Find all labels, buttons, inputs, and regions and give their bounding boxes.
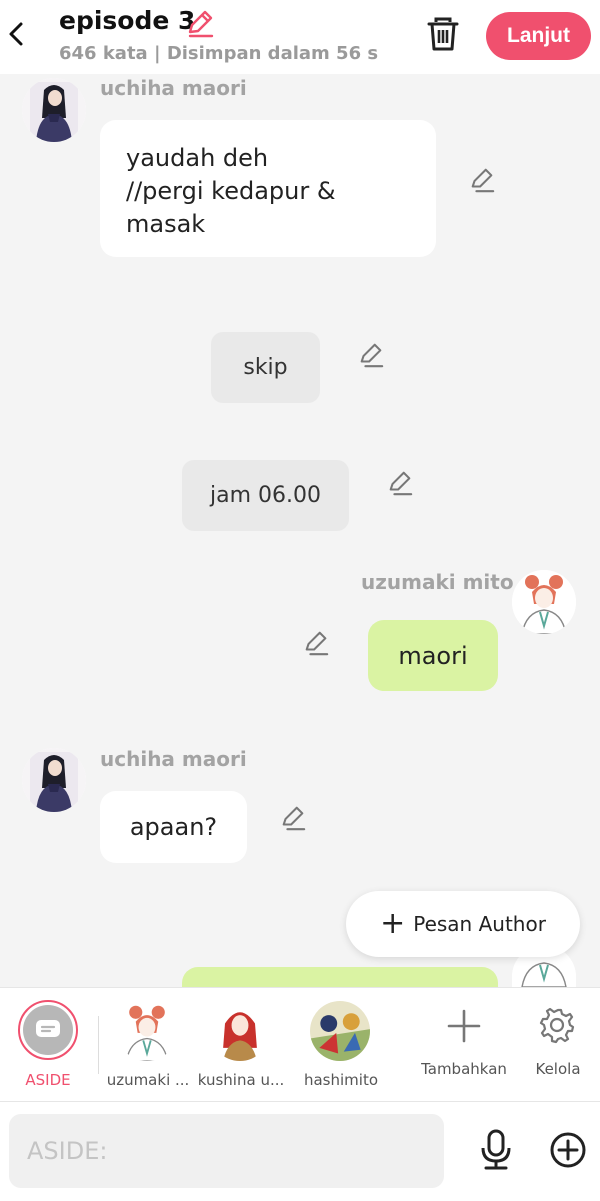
character-label: ASIDE <box>25 1071 71 1089</box>
character-hashimito[interactable]: hashimito <box>293 988 389 1102</box>
chat-bubble-icon <box>36 1020 60 1037</box>
narration-bubble[interactable]: skip <box>211 332 320 403</box>
aside-avatar <box>18 1000 78 1060</box>
character-label: kushina u... <box>197 1071 285 1089</box>
plus-icon <box>447 1009 481 1043</box>
message-bubble[interactable]: maori <box>368 620 498 691</box>
character-selector: ASIDE uzumaki ... kushina u... hashimito… <box>0 987 600 1102</box>
character-avatar <box>310 1001 370 1061</box>
character-uzumaki-mito[interactable]: uzumaki ... <box>100 988 196 1102</box>
avatar-uchiha-maori[interactable] <box>22 78 86 142</box>
author-message-label: Pesan Author <box>413 912 546 936</box>
narration-bubble[interactable]: jam 06.00 <box>182 460 349 531</box>
character-label: hashimito <box>303 1071 379 1089</box>
pencil-icon <box>282 806 306 831</box>
manage-characters-button[interactable]: Kelola <box>510 988 600 1102</box>
trash-icon <box>427 17 459 51</box>
top-bar: episode 3 646 kata | Disimpan dalam 56 s… <box>0 0 600 74</box>
message-bubble[interactable]: yaudah deh //pergi kedapur & masak <box>100 120 436 257</box>
character-aside[interactable]: ASIDE <box>0 988 96 1102</box>
add-attachment-button[interactable] <box>548 1130 588 1170</box>
pencil-icon <box>305 631 329 656</box>
add-character-button[interactable]: Tambahkan <box>416 988 512 1102</box>
episode-title[interactable]: episode 3 <box>59 6 195 35</box>
edit-message-button[interactable] <box>279 804 307 832</box>
pencil-icon <box>471 168 495 193</box>
pencil-icon <box>360 343 384 368</box>
voice-input-button[interactable] <box>476 1128 516 1172</box>
plus-icon: + <box>380 906 406 941</box>
edit-message-button[interactable] <box>302 629 330 657</box>
character-avatar <box>117 1001 177 1061</box>
speaker-name: uchiha maori <box>100 747 247 771</box>
character-avatar <box>210 1001 270 1061</box>
speaker-name: uzumaki mito <box>361 570 514 594</box>
character-portrait <box>22 78 86 142</box>
avatar-uchiha-maori[interactable] <box>22 748 86 812</box>
author-message-button[interactable]: + Pesan Author <box>346 891 580 957</box>
edit-message-button[interactable] <box>468 166 496 194</box>
delete-button[interactable] <box>424 16 462 52</box>
pencil-icon <box>389 471 413 496</box>
back-button[interactable] <box>6 20 26 48</box>
message-input[interactable] <box>9 1114 444 1188</box>
character-label: uzumaki ... <box>106 1071 190 1089</box>
manage-characters-label: Kelola <box>535 1060 581 1078</box>
character-portrait <box>22 748 86 812</box>
edit-message-button[interactable] <box>357 341 385 369</box>
next-button[interactable]: Lanjut <box>486 12 591 60</box>
gear-icon <box>539 1007 575 1044</box>
save-status: 646 kata | Disimpan dalam 56 s <box>59 43 379 64</box>
back-icon <box>9 22 23 46</box>
message-bubble[interactable]: apaan? <box>100 791 247 863</box>
compose-bar <box>0 1101 600 1201</box>
add-character-label: Tambahkan <box>421 1060 507 1078</box>
title-edit-button[interactable] <box>185 8 215 38</box>
edit-message-button[interactable] <box>386 469 414 497</box>
microphone-icon <box>481 1129 511 1170</box>
divider <box>98 1016 99 1074</box>
speaker-name: uchiha maori <box>100 76 247 100</box>
pencil-icon <box>188 10 214 38</box>
plus-circle-icon <box>550 1132 586 1168</box>
character-kushina[interactable]: kushina u... <box>193 988 289 1102</box>
character-portrait <box>512 570 576 634</box>
avatar-uzumaki-mito[interactable] <box>512 570 576 634</box>
